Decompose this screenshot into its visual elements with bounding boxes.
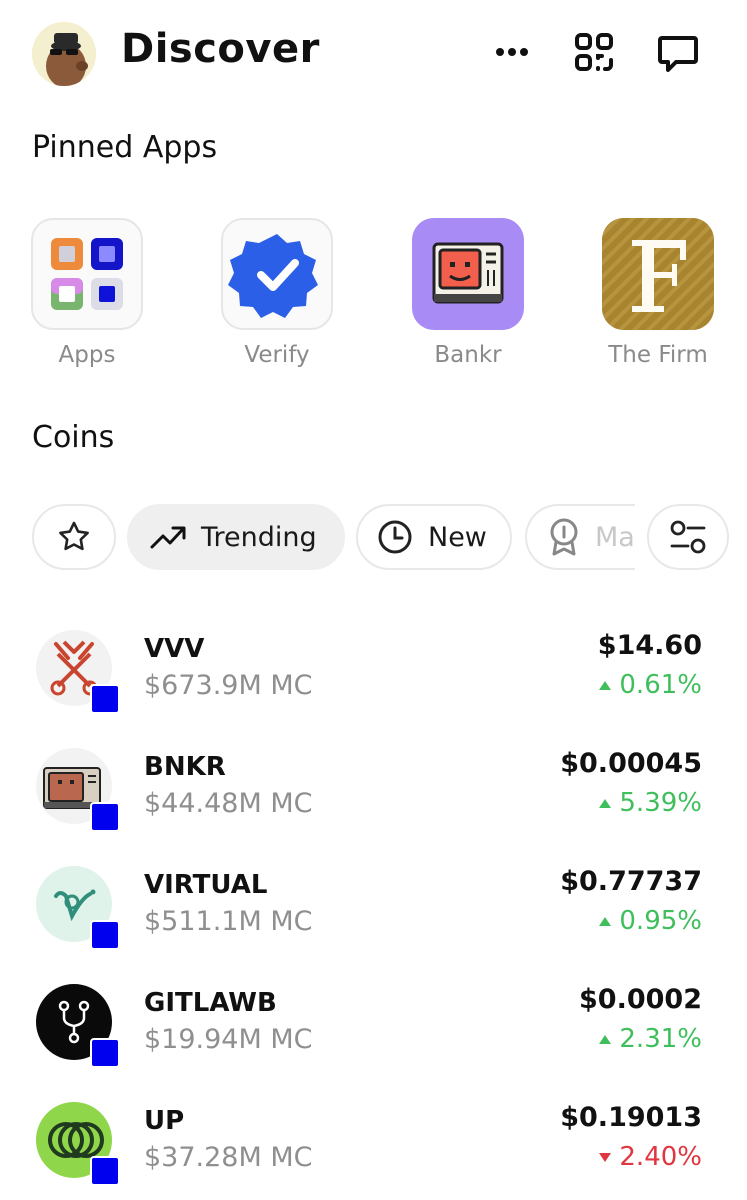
chain-badge — [90, 920, 120, 950]
chain-badge — [90, 1038, 120, 1068]
more-icon[interactable] — [488, 28, 536, 76]
filter-label: Trending — [201, 521, 317, 553]
coin-change: 5.39% — [599, 788, 702, 818]
capybara-avatar-icon — [32, 22, 96, 86]
coin-change-value: 5.39% — [619, 788, 702, 818]
filter-label: New — [428, 521, 487, 553]
app-label: Apps — [58, 342, 116, 368]
pinned-app-verify[interactable]: Verify — [220, 218, 334, 368]
coin-row-up[interactable]: UP $37.28M MC $0.19013 2.40% — [0, 1094, 747, 1194]
filter-new[interactable]: New — [356, 504, 512, 570]
filter-settings[interactable] — [647, 504, 729, 570]
app-label: Bankr — [434, 342, 502, 368]
page-title: Discover — [121, 26, 320, 72]
coin-symbol: BNKR — [144, 752, 226, 782]
filter-trending[interactable]: Trending — [127, 504, 345, 570]
avatar[interactable] — [32, 22, 96, 86]
coin-symbol: VIRTUAL — [144, 870, 268, 900]
coin-row-vvv[interactable]: VVV $673.9M MC $14.60 0.61% — [0, 622, 747, 722]
app-label: Verify — [244, 342, 310, 368]
chain-badge — [90, 684, 120, 714]
coin-change: 2.31% — [599, 1024, 702, 1054]
filter-favorites[interactable] — [32, 504, 116, 570]
apps-grid-icon — [31, 218, 143, 330]
coin-row-virtual[interactable]: VIRTUAL $511.1M MC $0.77737 0.95% — [0, 858, 747, 958]
coin-market-cap: $19.94M MC — [144, 1024, 313, 1055]
arrow-up-icon — [599, 680, 612, 690]
coin-change: 2.40% — [599, 1142, 702, 1172]
pinned-apps-heading: Pinned Apps — [32, 130, 218, 165]
coin-change-value: 0.61% — [619, 670, 702, 700]
scan-icon[interactable] — [570, 28, 618, 76]
arrow-up-icon — [599, 798, 612, 808]
coin-symbol: GITLAWB — [144, 988, 277, 1018]
pinned-app-apps[interactable]: Apps — [30, 218, 144, 368]
coins-heading: Coins — [32, 420, 115, 455]
pinned-app-the-firm[interactable]: The Firm — [601, 218, 715, 368]
coin-price: $0.19013 — [560, 1102, 702, 1133]
coin-row-gitlawb[interactable]: GITLAWB $19.94M MC $0.0002 2.31% — [0, 976, 747, 1076]
filter-market-cap[interactable]: Ma — [525, 504, 635, 570]
coin-price: $0.0002 — [579, 984, 702, 1015]
coin-symbol: UP — [144, 1106, 185, 1136]
star-icon — [59, 521, 89, 551]
verified-badge-icon — [221, 218, 333, 330]
filter-settings-icon — [670, 520, 706, 554]
pinned-app-bankr[interactable]: Bankr — [411, 218, 525, 368]
coin-price: $0.00045 — [560, 748, 702, 779]
bankr-tv-icon — [412, 218, 524, 330]
chain-badge — [90, 802, 120, 832]
clock-icon — [378, 520, 412, 554]
coin-market-cap: $37.28M MC — [144, 1142, 313, 1173]
coin-price: $14.60 — [597, 630, 702, 661]
arrow-up-icon — [599, 916, 612, 926]
medal-icon — [550, 518, 578, 556]
coin-market-cap: $673.9M MC — [144, 670, 313, 701]
coin-change: 0.61% — [599, 670, 702, 700]
trending-icon — [150, 526, 186, 549]
filter-label: Ma — [595, 521, 635, 553]
coin-symbol: VVV — [144, 634, 205, 664]
arrow-up-icon — [599, 1034, 612, 1044]
coin-market-cap: $511.1M MC — [144, 906, 313, 937]
coin-change-value: 0.95% — [619, 906, 702, 936]
coin-change: 0.95% — [599, 906, 702, 936]
chat-icon[interactable] — [654, 28, 702, 76]
arrow-down-icon — [599, 1152, 612, 1162]
the-firm-f-icon — [602, 218, 714, 330]
app-label: The Firm — [608, 342, 708, 368]
coin-row-bnkr[interactable]: BNKR $44.48M MC $0.00045 5.39% — [0, 740, 747, 840]
coin-market-cap: $44.48M MC — [144, 788, 313, 819]
coin-price: $0.77737 — [560, 866, 702, 897]
chain-badge — [90, 1156, 120, 1186]
coin-change-value: 2.40% — [619, 1142, 702, 1172]
coin-change-value: 2.31% — [619, 1024, 702, 1054]
